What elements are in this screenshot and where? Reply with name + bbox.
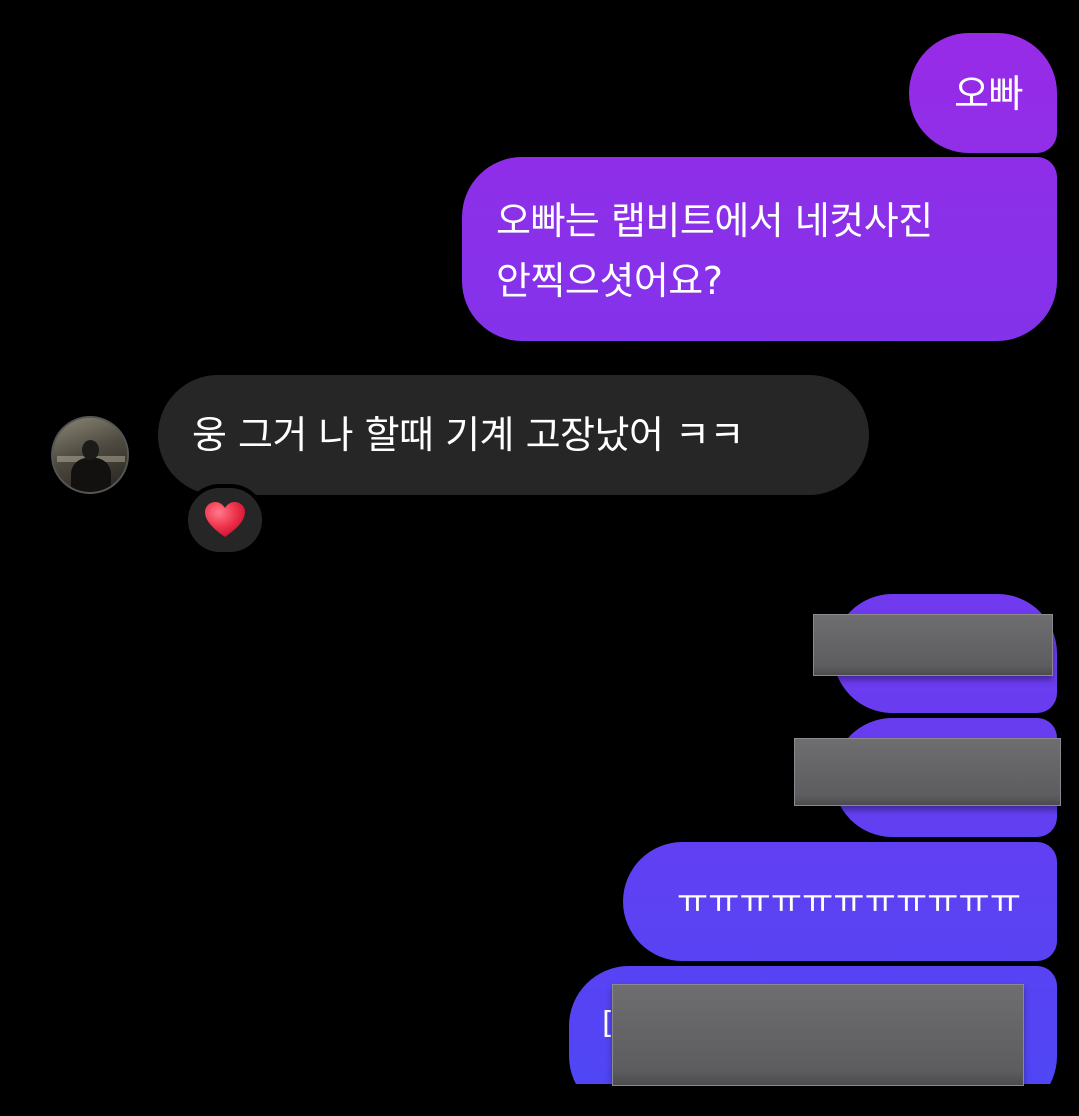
redaction-box <box>813 614 1053 676</box>
reaction-badge[interactable] <box>184 484 266 556</box>
message-text: ㅠㅠㅠㅠㅠㅠㅠㅠㅠㅠㅠ <box>676 882 1021 922</box>
message-text: 오빠 <box>954 72 1023 116</box>
message-text-line: 오빠는 랩비트에서 네컷사진 <box>496 199 933 243</box>
incoming-message[interactable]: 웅 그거 나 할때 기계 고장났어 ㅋㅋ <box>158 375 869 495</box>
outgoing-message[interactable]: 오빠는 랩비트에서 네컷사진 안찍으셧어요? <box>462 157 1057 341</box>
redaction-box <box>794 738 1061 806</box>
heart-icon <box>205 502 245 537</box>
outgoing-message[interactable]: 오빠 <box>909 33 1057 153</box>
outgoing-message[interactable]: ㅠㅠㅠㅠㅠㅠㅠㅠㅠㅠㅠ <box>623 842 1057 961</box>
redaction-box <box>612 984 1024 1086</box>
avatar[interactable] <box>51 416 129 494</box>
message-text: 웅 그거 나 할때 기계 고장났어 ㅋㅋ <box>192 413 744 457</box>
message-text-line: 안찍으셧어요? <box>496 259 723 303</box>
